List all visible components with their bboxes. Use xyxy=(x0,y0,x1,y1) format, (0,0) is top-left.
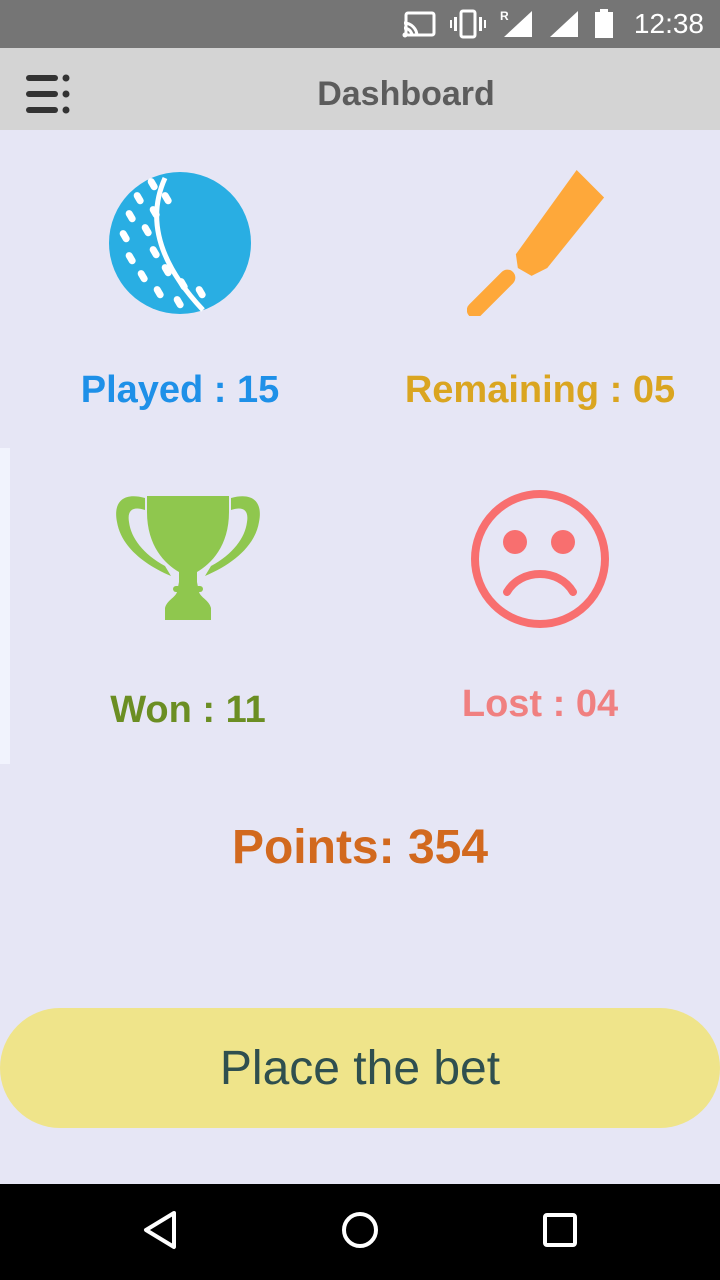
home-icon xyxy=(340,1210,380,1255)
cricket-bat-icon xyxy=(360,170,720,321)
recents-icon xyxy=(542,1212,578,1253)
back-icon xyxy=(142,1210,178,1255)
status-clock: 12:38 xyxy=(633,8,704,39)
vibrate-icon xyxy=(449,9,486,39)
cricket-ball-icon xyxy=(0,170,360,321)
signal-roaming-icon: R xyxy=(500,9,534,39)
stat-lost[interactable]: Lost : 04 xyxy=(360,488,720,726)
stat-played[interactable]: Played : 15 xyxy=(0,170,360,412)
trophy-icon xyxy=(8,488,368,635)
cast-icon xyxy=(402,10,436,38)
dashboard-content: Played : 15 Remaining : 05 Won : 11 Lost… xyxy=(0,130,720,1184)
home-button[interactable] xyxy=(332,1204,388,1260)
svg-text:R: R xyxy=(500,9,509,23)
remaining-label: Remaining : 05 xyxy=(404,369,676,411)
won-label: Won : 11 xyxy=(110,689,266,731)
recents-button[interactable] xyxy=(532,1204,588,1260)
navigation-bar xyxy=(0,1184,720,1280)
status-bar: R 12:38 xyxy=(0,0,720,48)
points-total: Points: 354 xyxy=(231,821,489,874)
sad-face-icon xyxy=(360,488,720,635)
place-bet-button[interactable]: Place the bet xyxy=(0,1008,720,1128)
lost-label: Lost : 04 xyxy=(461,683,619,725)
stat-won[interactable]: Won : 11 xyxy=(8,488,368,732)
status-icons: R 12:38 xyxy=(402,0,704,48)
battery-icon xyxy=(594,9,614,39)
played-label: Played : 15 xyxy=(80,369,280,411)
app-bar: Dashboard xyxy=(0,48,720,130)
stat-remaining[interactable]: Remaining : 05 xyxy=(360,170,720,412)
signal-icon xyxy=(548,9,580,39)
back-button[interactable] xyxy=(132,1204,188,1260)
page-title: Dashboard xyxy=(317,75,495,113)
